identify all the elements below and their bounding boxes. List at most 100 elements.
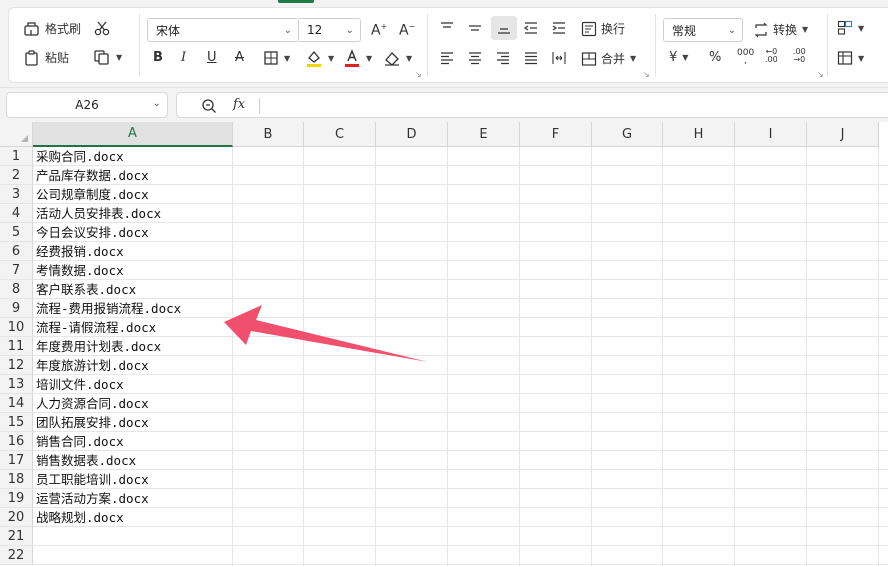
cell-a4[interactable]: 活动人员安排表.docx (36, 204, 161, 223)
fill-color-button[interactable]: ▼ (305, 49, 334, 67)
row-header[interactable]: 12 (0, 356, 33, 375)
wrap-text-button[interactable]: 换行 (581, 20, 625, 37)
align-left-button[interactable] (439, 50, 455, 66)
paste-button[interactable]: 粘贴 (23, 49, 69, 66)
row-header[interactable]: 5 (0, 223, 33, 242)
column-header-d[interactable]: D (376, 122, 448, 147)
clear-button[interactable]: ▼ (383, 50, 412, 66)
percent-button[interactable]: % (709, 50, 721, 65)
row-header[interactable]: 7 (0, 261, 33, 280)
border-button[interactable]: ▼ (263, 50, 290, 66)
cell-a9[interactable]: 流程-费用报销流程.docx (36, 299, 181, 318)
column-header-h[interactable]: H (663, 122, 735, 147)
column-header-j[interactable]: J (807, 122, 879, 147)
justify-button[interactable] (523, 50, 539, 66)
zoom-icon[interactable] (201, 98, 217, 114)
row-header[interactable]: 4 (0, 204, 33, 223)
row-header[interactable]: 8 (0, 280, 33, 299)
name-box[interactable]: A26 ⌄ (6, 92, 168, 118)
row-header[interactable]: 22 (0, 546, 33, 565)
italic-button[interactable]: I (181, 50, 186, 65)
merge-button[interactable]: 合并 ▼ (581, 50, 636, 67)
font-name-select[interactable]: 宋体 ⌄ (147, 18, 299, 42)
worksheet-grid[interactable]: A B C D E F G H I J 1 采购合同.docx 2 产品库存数据.docx 3 公司规章制度.… (0, 122, 888, 566)
cut-button[interactable] (93, 20, 111, 36)
row-header[interactable]: 18 (0, 470, 33, 489)
align-right-button[interactable] (495, 50, 511, 66)
row-header[interactable]: 9 (0, 299, 33, 318)
increase-font-button[interactable]: A+ (371, 22, 387, 39)
cell-a14[interactable]: 人力资源合同.docx (36, 394, 149, 413)
cell-a15[interactable]: 团队拓展安排.docx (36, 413, 149, 432)
row-header[interactable]: 1 (0, 147, 33, 166)
increase-decimal-button[interactable]: ←0.00 (765, 48, 778, 64)
cell-a19[interactable]: 运营活动方案.docx (36, 489, 149, 508)
cell-a2[interactable]: 产品库存数据.docx (36, 166, 149, 185)
row-header[interactable]: 14 (0, 394, 33, 413)
number-dialog-launcher-icon[interactable]: ↘ (817, 70, 824, 79)
number-format-select[interactable]: 常规 ⌄ (663, 18, 743, 42)
cell-a3[interactable]: 公司规章制度.docx (36, 185, 149, 204)
cell-a17[interactable]: 销售数据表.docx (36, 451, 136, 470)
row-header[interactable]: 2 (0, 166, 33, 185)
row-header[interactable]: 11 (0, 337, 33, 356)
cell-a13[interactable]: 培训文件.docx (36, 375, 124, 394)
table-style-button[interactable]: ▼ (837, 50, 864, 66)
conditional-format-button[interactable]: ▼ (837, 20, 864, 36)
cell-a20[interactable]: 战略规划.docx (36, 508, 124, 527)
align-bottom-button[interactable] (491, 16, 517, 40)
column-header-i[interactable]: I (735, 122, 807, 147)
column-header-b[interactable]: B (233, 122, 304, 147)
column-header-g[interactable]: G (592, 122, 663, 147)
row-header[interactable]: 10 (0, 318, 33, 337)
distributed-button[interactable] (551, 50, 567, 66)
alignment-dialog-launcher-icon[interactable]: ↘ (643, 70, 650, 79)
column-header-c[interactable]: C (304, 122, 376, 147)
cell-a6[interactable]: 经费报销.docx (36, 242, 124, 261)
insert-function-button[interactable]: fx (233, 97, 245, 112)
cell-a12[interactable]: 年度旅游计划.docx (36, 356, 149, 375)
wrap-text-icon (581, 21, 597, 37)
cell-a10[interactable]: 流程-请假流程.docx (36, 318, 156, 337)
underline-button[interactable]: U (207, 50, 217, 65)
row-header[interactable]: 6 (0, 242, 33, 261)
align-middle-button[interactable] (467, 20, 483, 36)
row-header[interactable]: 16 (0, 432, 33, 451)
row-header[interactable]: 20 (0, 508, 33, 527)
strikethrough-button[interactable]: A (235, 50, 244, 65)
decrease-font-button[interactable]: A− (399, 22, 415, 39)
cell-a18[interactable]: 员工职能培训.docx (36, 470, 149, 489)
font-size-select[interactable]: 12 ⌄ (299, 18, 361, 42)
convert-button[interactable]: 转换 ▼ (753, 21, 808, 38)
cell-a8[interactable]: 客户联系表.docx (36, 280, 136, 299)
column-header-a[interactable]: A (33, 122, 233, 147)
increase-indent-button[interactable] (551, 20, 567, 36)
align-top-button[interactable] (439, 20, 455, 36)
thousands-button[interactable]: 000, (737, 49, 754, 66)
cell-a7[interactable]: 考情数据.docx (36, 261, 124, 280)
cell-a16[interactable]: 销售合同.docx (36, 432, 124, 451)
row-header[interactable]: 17 (0, 451, 33, 470)
row-header[interactable]: 19 (0, 489, 33, 508)
row-header[interactable]: 15 (0, 413, 33, 432)
formula-input[interactable]: fx (176, 92, 888, 118)
currency-button[interactable]: ¥ ▼ (669, 50, 688, 65)
bold-button[interactable]: B (153, 50, 163, 65)
font-dialog-launcher-icon[interactable]: ↘ (415, 70, 422, 79)
cell-a5[interactable]: 今日会议安排.docx (36, 223, 149, 242)
cell-a1[interactable]: 采购合同.docx (36, 147, 124, 166)
decrease-decimal-button[interactable]: .00 →0 (793, 48, 806, 64)
decrease-indent-button[interactable] (523, 20, 539, 36)
font-color-button[interactable]: ▼ (343, 49, 372, 67)
format-painter-button[interactable]: 格式刷 (23, 20, 81, 37)
align-center-button[interactable] (467, 50, 483, 66)
column-header-e[interactable]: E (448, 122, 520, 147)
select-all-button[interactable] (0, 122, 33, 147)
copy-button[interactable]: ▼ (93, 49, 122, 65)
row-header[interactable]: 21 (0, 527, 33, 546)
row-header[interactable]: 13 (0, 375, 33, 394)
column-header-f[interactable]: F (520, 122, 592, 147)
row-header[interactable]: 3 (0, 185, 33, 204)
chevron-down-icon: ▼ (858, 53, 865, 63)
cell-a11[interactable]: 年度费用计划表.docx (36, 337, 161, 356)
